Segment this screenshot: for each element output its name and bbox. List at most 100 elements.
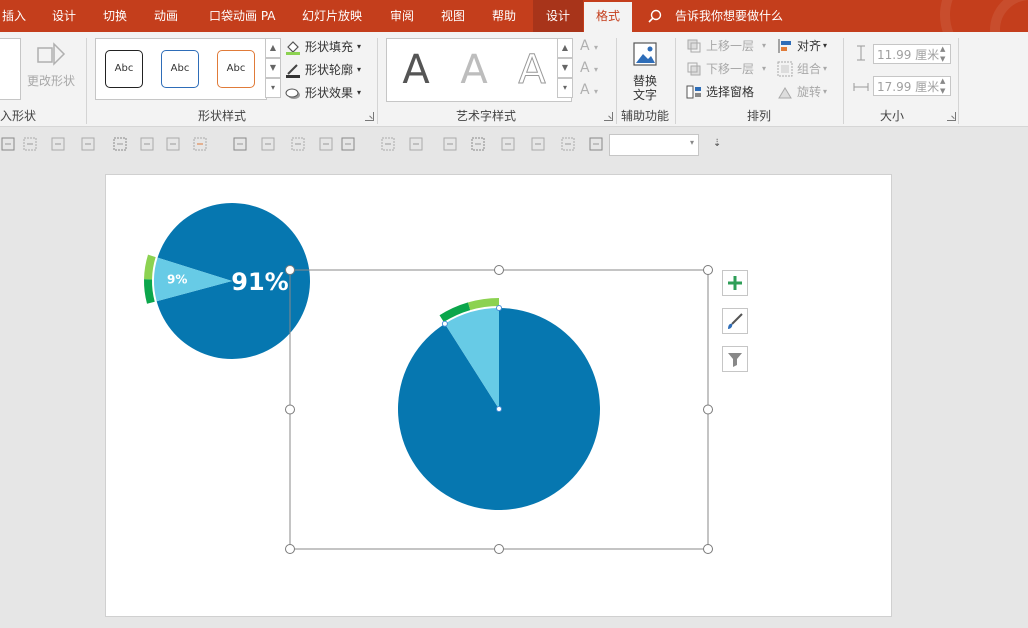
toolbar-tool-icon[interactable] <box>319 137 333 151</box>
gallery-scroll-up[interactable]: ▲ <box>265 38 281 58</box>
toolbar-tool-icon[interactable] <box>140 137 154 151</box>
alt-text-label-2: 文字 <box>633 88 658 102</box>
resize-handle[interactable] <box>494 265 504 275</box>
toolbar-tool-icon[interactable] <box>113 137 127 151</box>
group-separator <box>958 38 959 124</box>
toolbar-tool-icon[interactable] <box>409 137 423 151</box>
toolbar-tool-icon[interactable] <box>1 137 15 151</box>
shape-style-preset-blue[interactable]: Abc <box>161 50 199 88</box>
pie1-data-label-main: 91% <box>231 268 288 296</box>
group-label-arrange: 排列 <box>746 109 771 123</box>
resize-handle[interactable] <box>494 544 504 554</box>
wordart-preset-3[interactable]: A <box>507 45 557 95</box>
height-icon <box>857 45 865 61</box>
group-icon <box>777 61 793 77</box>
pie1-data-label-small: 9% <box>167 273 187 287</box>
edit-shape-button[interactable]: 更改形状 <box>26 40 78 90</box>
tab-design[interactable]: 设计 <box>52 0 76 32</box>
chevron-down-icon: ▾ <box>762 41 767 50</box>
toolbar-tool-icon[interactable] <box>233 137 247 151</box>
toolbar-tool-icon[interactable] <box>443 137 457 151</box>
width-spinner[interactable]: ▲ ▼ <box>940 76 945 96</box>
tab-chart-design[interactable]: 设计 <box>533 0 583 32</box>
tab-slideshow[interactable]: 幻灯片放映 <box>302 0 362 32</box>
rotate-icon <box>778 87 792 99</box>
toolbar-tool-icon[interactable] <box>23 137 37 151</box>
gallery-more[interactable]: ▾ <box>557 78 573 98</box>
chart-elements-button[interactable] <box>722 270 748 296</box>
group-label-insert-shapes: 入形状 <box>0 109 37 123</box>
toolbar-overflow-icon[interactable]: ⇣ <box>713 138 721 149</box>
ribbon: 更改形状 入形状 Abc Abc Abc ▲ ▼ ▾ 形状填充 ▾ 形状轮廓 ▾… <box>0 32 1028 127</box>
toolbar-tool-icon[interactable] <box>531 137 545 151</box>
wordart-gallery[interactable]: A A A <box>386 38 572 102</box>
tab-format[interactable]: 格式 <box>584 2 632 32</box>
chart-styles-button[interactable] <box>722 308 748 334</box>
toolbar-tool-icon[interactable] <box>291 137 305 151</box>
wordart-preset-2[interactable]: A <box>449 45 499 95</box>
dialog-launcher-icon[interactable] <box>604 112 613 121</box>
tab-pocket-animation[interactable]: 口袋动画 PA <box>209 0 276 32</box>
tell-me-text: 告诉我你想要做什么 <box>675 9 784 23</box>
search-icon <box>648 9 662 23</box>
toolbar-tool-icon[interactable] <box>501 137 515 151</box>
tab-transitions[interactable]: 切换 <box>103 0 127 32</box>
tab-insert[interactable]: 插入 <box>2 0 26 32</box>
chevron-down-icon: ▾ <box>357 65 362 74</box>
toolbar-tool-icon[interactable] <box>193 137 207 151</box>
height-spinner[interactable]: ▲ ▼ <box>940 44 945 64</box>
group-separator <box>843 38 844 124</box>
resize-handle[interactable] <box>703 265 713 275</box>
group-label: 组合 <box>797 62 822 76</box>
toolbar-tool-icon[interactable] <box>471 137 485 151</box>
resize-handle[interactable] <box>285 404 295 415</box>
chart-filters-button[interactable] <box>722 346 748 372</box>
toolbar-tool-icon[interactable] <box>381 137 395 151</box>
shape-fill-label: 形状填充 <box>305 40 354 54</box>
gallery-scroll-up[interactable]: ▲ <box>557 38 573 58</box>
shape-outline-label: 形状轮廓 <box>305 63 354 77</box>
group-separator <box>675 38 676 124</box>
shape-style-gallery[interactable]: Abc Abc Abc <box>95 38 267 100</box>
slide-canvas[interactable]: 91% 9% <box>105 174 892 617</box>
slice-selection-handle[interactable] <box>496 406 502 412</box>
group-label-wordart: 艺术字样式 <box>455 109 516 123</box>
shape-gallery-edge[interactable] <box>0 38 21 100</box>
shape-style-preset-black[interactable]: Abc <box>105 50 143 88</box>
toolbar-tool-icon[interactable] <box>81 137 95 151</box>
tab-animations[interactable]: 动画 <box>154 0 178 32</box>
dialog-launcher-icon[interactable] <box>947 112 956 121</box>
dialog-launcher-icon[interactable] <box>365 112 374 121</box>
slice-selection-handle[interactable] <box>441 320 448 327</box>
group-separator <box>377 38 378 124</box>
resize-handle[interactable] <box>703 404 713 415</box>
ribbon-tab-bar: 插入 设计 切换 动画 口袋动画 PA 幻灯片放映 审阅 视图 帮助 设计 格式… <box>0 0 1028 70</box>
alt-text-button[interactable]: 替换 文字 <box>624 38 668 102</box>
bring-forward-label: 上移一层 <box>706 39 755 53</box>
shape-style-preset-orange[interactable]: Abc <box>217 50 255 88</box>
toolbar-tool-icon[interactable] <box>166 137 180 151</box>
width-icon <box>853 83 869 91</box>
tab-view[interactable]: 视图 <box>441 0 465 32</box>
selection-pane-icon <box>686 85 701 99</box>
chevron-down-icon: ▾ <box>357 88 362 97</box>
resize-handle[interactable] <box>285 265 295 275</box>
toolbar-dropdown[interactable]: ▾ <box>609 134 699 156</box>
funnel-icon <box>728 353 742 367</box>
toolbar-tool-icon[interactable] <box>51 137 65 151</box>
gallery-more[interactable]: ▾ <box>265 78 281 98</box>
tab-help[interactable]: 帮助 <box>492 0 516 32</box>
slice-selection-handle[interactable] <box>496 305 502 311</box>
tab-review[interactable]: 审阅 <box>390 0 414 32</box>
brush-icon <box>728 313 743 329</box>
chevron-down-icon: ▾ <box>823 64 828 73</box>
toolbar-tool-icon[interactable] <box>341 137 355 151</box>
toolbar-tool-icon[interactable] <box>261 137 275 151</box>
wordart-preset-1[interactable]: A <box>391 45 441 95</box>
resize-handle[interactable] <box>285 544 295 554</box>
toolbar-tool-icon[interactable] <box>589 137 603 151</box>
resize-handle[interactable] <box>703 544 713 554</box>
gallery-scroll-down[interactable]: ▼ <box>557 58 573 78</box>
gallery-scroll-down[interactable]: ▼ <box>265 58 281 78</box>
toolbar-tool-icon[interactable] <box>561 137 575 151</box>
